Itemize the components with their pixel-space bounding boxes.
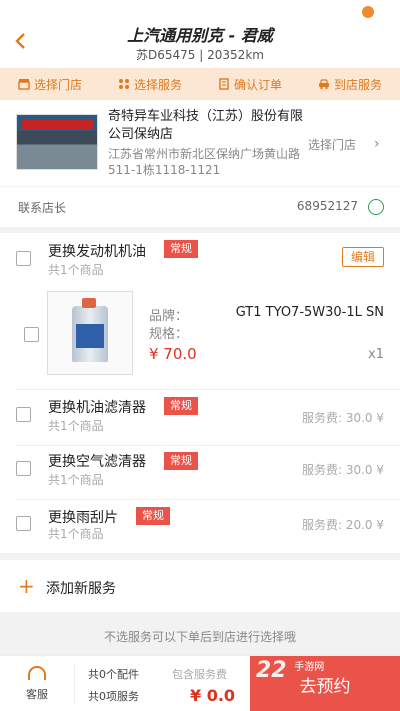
service-count: 共1个商品 [48,419,104,433]
order-icon [219,78,229,90]
service-checkbox[interactable] [16,516,31,531]
store-icon [18,79,30,90]
service-checkbox[interactable] [16,407,31,422]
step-label: 到店服务 [333,77,382,92]
watermark-text: 22 [256,658,287,683]
divider [74,664,75,704]
more-icon[interactable] [362,6,374,18]
service-name: 更换空气滤清器 [48,454,146,470]
services-count: 共0项服务 [88,690,139,703]
total-price: ¥ 0.0 [190,686,236,705]
chevron-right-icon[interactable]: › [374,136,380,152]
car-icon [318,79,329,90]
service-list: 更换发动机机油 常规 共1个商品 编辑 品牌： 规格： GT1 TYO7-5W3… [0,233,400,553]
header: 上汽通用别克 - 君威 苏D65475 | 20352km [0,0,400,68]
service-count: 共1个商品 [48,527,104,541]
service-count: 共1个商品 [48,473,104,487]
contact-row[interactable]: 联系店长 68952127 [0,187,400,227]
footer-bar: 客服 共0个配件 共0项服务 包含服务费 ¥ 0.0 去预约 22 手游网 [0,655,400,711]
step-label: 选择门店 [33,77,82,92]
service-icon [118,79,129,89]
contact-phone[interactable]: 68952127 [297,199,358,213]
parts-count: 共0个配件 [88,668,139,681]
service-name: 更换雨刮片 [48,510,118,526]
customer-service-button[interactable]: 客服 [0,656,74,711]
store-name: 奇特异车业科技（江苏）股份有限公司保纳店 [108,109,304,142]
hint-text: 不选服务可以下单后到店进行选择哦 [103,630,296,644]
step-confirm-order: 确认订单 [218,76,282,93]
plus-icon: + [18,574,35,598]
product-checkbox[interactable] [24,327,39,342]
service-name: 更换发动机机油 [48,244,146,260]
step-bar: 选择门店 选择服务 确认订单 到店服务 [0,68,400,100]
divider [16,499,400,500]
tag-regular: 常规 [136,507,170,525]
step-store-service: 到店服务 [318,76,382,93]
customer-service-label: 客服 [26,688,48,701]
step-label: 确认订单 [233,77,282,92]
watermark-small: 手游网 [294,662,325,673]
contact-label: 联系店长 [18,201,67,215]
divider [16,389,400,390]
car-title: 上汽通用别克 - 君威 [127,26,273,45]
car-info: 苏D65475 | 20352km [0,46,400,63]
store-address: 江苏省常州市新北区保纳广场黄山路511-1栋1118-1121 [108,147,301,177]
step-select-store: 选择门店 [18,76,82,93]
divider [16,445,400,446]
phone-icon[interactable] [368,199,384,215]
add-service-button[interactable]: + 添加新服务 [0,560,400,612]
service-checkbox[interactable] [16,461,31,476]
tag-regular: 常规 [164,397,198,415]
watermark-logo: 22 手游网 [250,658,400,683]
brand-label: 品牌： [149,309,189,324]
select-store-link[interactable]: 选择门店 [308,136,356,153]
plate-number: 苏D65475 [136,48,196,62]
store-card[interactable]: 奇特异车业科技（江苏）股份有限公司保纳店 江苏省常州市新北区保纳广场黄山路511… [0,100,400,186]
product-spec: GT1 TYO7-5W30-1L SN [235,305,384,320]
service-count: 共1个商品 [48,263,104,277]
service-fee: 服务费: 20.0 ¥ [301,518,384,532]
mileage: 20352km [207,48,264,62]
service-name: 更换机油滤清器 [48,400,146,416]
tag-regular: 常规 [164,452,198,470]
service-fee: 服务费: 30.0 ¥ [301,463,384,477]
service-checkbox[interactable] [16,251,31,266]
step-label: 选择服务 [133,77,182,92]
included-fee-label: 包含服务费 [172,668,227,681]
store-photo [16,114,98,170]
headset-icon [28,666,46,680]
divider: | [199,48,208,62]
add-service-label: 添加新服务 [46,581,116,597]
product-qty: x1 [368,347,384,362]
product-price: ¥ 70.0 [149,345,197,363]
product-image [47,291,133,375]
edit-button[interactable]: 编辑 [342,247,384,267]
step-select-service: 选择服务 [118,76,182,93]
service-fee: 服务费: 30.0 ¥ [301,411,384,425]
tag-regular: 常规 [164,240,198,258]
spec-label: 规格： [149,327,189,342]
